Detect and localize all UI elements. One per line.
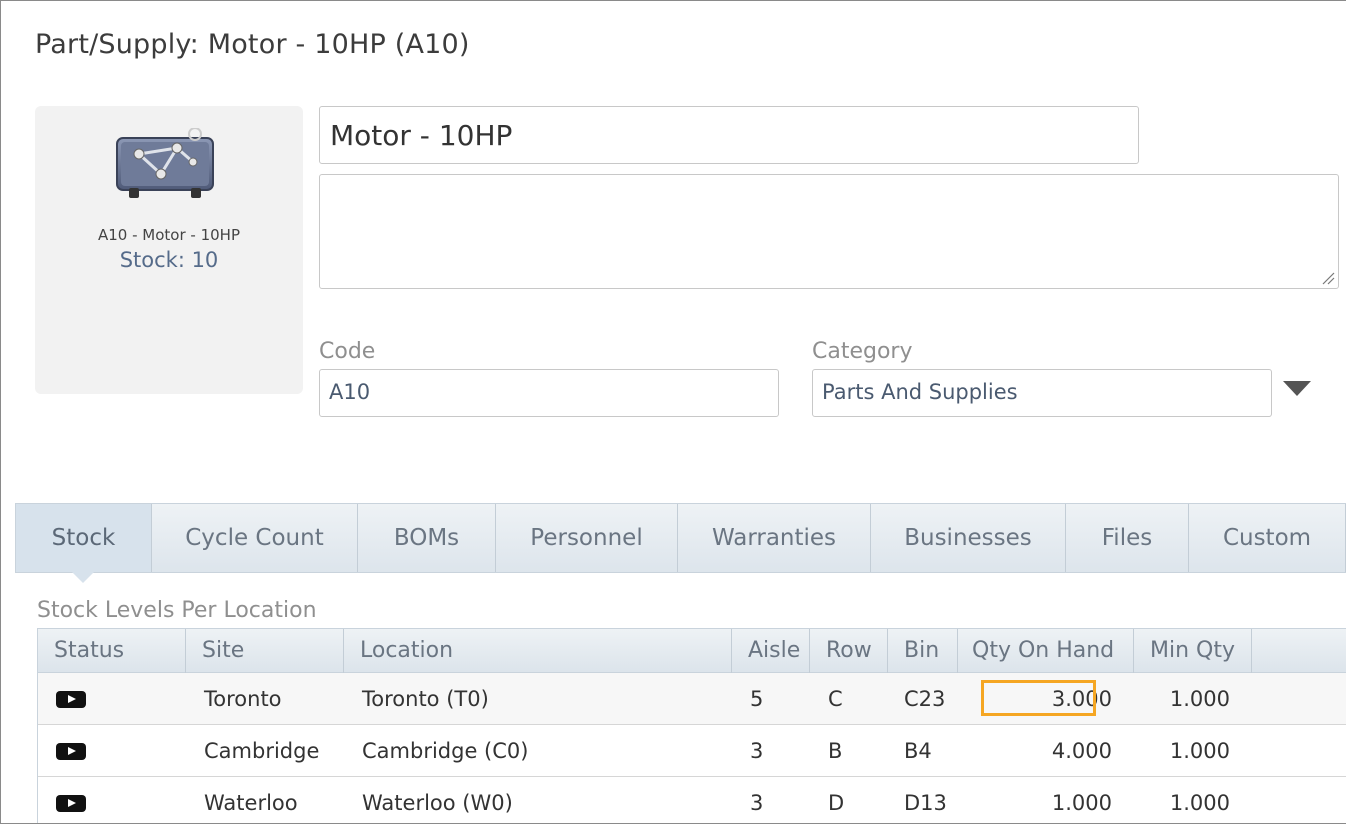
cell-aisle: 3 (750, 791, 764, 815)
cell-min-qty: 1.000 (1169, 739, 1230, 763)
page-title: Part/Supply: Motor - 10HP (A10) (35, 29, 470, 60)
motor-image-icon[interactable] (115, 127, 215, 202)
cell-bin: B4 (904, 739, 932, 763)
play-status-icon[interactable] (56, 795, 86, 812)
tab-custom[interactable]: Custom (1189, 504, 1346, 572)
cell-row: C (828, 687, 843, 711)
col-location[interactable]: Location (344, 629, 732, 673)
cell-aisle: 5 (750, 687, 764, 711)
table-row[interactable]: Cambridge Cambridge (C0) 3 B B4 4.000 1.… (38, 725, 1346, 777)
cell-qty-on-hand[interactable]: 4.000 (958, 725, 1112, 777)
cell-aisle: 3 (750, 739, 764, 763)
tab-businesses[interactable]: Businesses (871, 504, 1066, 572)
cell-min-qty: 1.000 (1169, 791, 1230, 815)
stock-count: Stock: 10 (119, 248, 219, 272)
stock-grid: Status Site Location Aisle Row Bin Qty O… (37, 628, 1346, 823)
resize-grip-icon[interactable] (1319, 269, 1335, 289)
part-name-input[interactable]: Motor - 10HP (319, 106, 1139, 164)
section-title: Stock Levels Per Location (37, 598, 317, 623)
grid-header: Status Site Location Aisle Row Bin Qty O… (38, 629, 1346, 673)
cell-row: B (828, 739, 843, 763)
play-status-icon[interactable] (56, 743, 86, 760)
chevron-down-icon[interactable] (1283, 381, 1311, 396)
table-row[interactable]: Toronto Toronto (T0) 5 C C23 3.000 1.000 (38, 673, 1346, 725)
table-row[interactable]: Waterloo Waterloo (W0) 3 D D13 1.000 1.0… (38, 777, 1346, 823)
cell-qty-on-hand[interactable]: 1.000 (958, 777, 1112, 823)
part-caption: A10 - Motor - 10HP (97, 226, 240, 244)
cell-location: Cambridge (C0) (362, 739, 529, 763)
col-row[interactable]: Row (810, 629, 888, 673)
active-tab-pointer (71, 571, 95, 583)
tab-stock[interactable]: Stock (16, 504, 152, 572)
cell-location: Toronto (T0) (362, 687, 489, 711)
code-label: Code (319, 339, 376, 364)
cell-min-qty: 1.000 (1169, 687, 1230, 711)
tab-files[interactable]: Files (1066, 504, 1189, 572)
tab-boms[interactable]: BOMs (358, 504, 496, 572)
cell-location: Waterloo (W0) (362, 791, 513, 815)
code-input[interactable]: A10 (319, 369, 779, 417)
qty-highlight-box (981, 680, 1096, 716)
col-aisle[interactable]: Aisle (732, 629, 810, 673)
cell-bin: D13 (904, 791, 947, 815)
cell-site: Toronto (204, 687, 282, 711)
col-site[interactable]: Site (186, 629, 344, 673)
category-label: Category (812, 339, 913, 364)
description-textarea[interactable] (319, 174, 1339, 289)
part-summary-card: A10 - Motor - 10HP Stock: 10 (35, 106, 303, 394)
play-status-icon[interactable] (56, 691, 86, 708)
col-bin[interactable]: Bin (888, 629, 958, 673)
tab-warranties[interactable]: Warranties (678, 504, 871, 572)
tab-personnel[interactable]: Personnel (496, 504, 678, 572)
tab-cycle-count[interactable]: Cycle Count (152, 504, 358, 572)
cell-bin: C23 (904, 687, 946, 711)
tab-bar: Stock Cycle Count BOMs Personnel Warrant… (15, 503, 1346, 573)
col-qty-on-hand[interactable]: Qty On Hand (958, 629, 1134, 673)
cell-site: Cambridge (204, 739, 320, 763)
cell-site: Waterloo (204, 791, 298, 815)
window-frame: Part/Supply: Motor - 10HP (A10) A10 - Mo… (0, 0, 1346, 824)
col-min-qty[interactable]: Min Qty (1134, 629, 1252, 673)
cell-row: D (828, 791, 845, 815)
category-select[interactable]: Parts And Supplies (812, 369, 1272, 417)
col-status[interactable]: Status (38, 629, 186, 673)
